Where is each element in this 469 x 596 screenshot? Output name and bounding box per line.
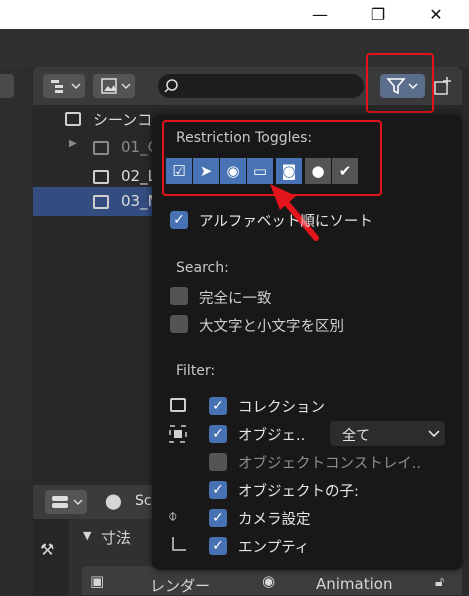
collection-icon	[93, 170, 109, 184]
new-collection-button[interactable]	[432, 76, 454, 96]
chevron-down-icon	[428, 430, 440, 438]
filter-collections-label: コレクション	[238, 400, 325, 416]
lock-icon[interactable]: 🔓︎	[435, 574, 444, 590]
filter-objects-checkbox[interactable]: ✓	[209, 425, 227, 443]
collection-icon	[93, 195, 109, 209]
maximize-button[interactable]: ❐	[355, 0, 401, 29]
filter-constraints-label: オブジェクトコンストレイ..	[238, 456, 421, 472]
filter-view-button[interactable]	[93, 74, 135, 98]
render-icon: ▣	[90, 572, 105, 590]
check-icon: ✓	[173, 212, 185, 228]
filter-cameras-label: カメラ設定	[238, 512, 311, 528]
new-collection-icon	[434, 77, 451, 95]
exact-match-checkbox[interactable]	[170, 287, 188, 305]
filter-objects-label: オブジェ..	[238, 428, 306, 444]
search-icon	[164, 79, 178, 93]
viewport-dropdown[interactable]	[0, 74, 14, 98]
row-label: シーンコ	[93, 111, 153, 129]
filter-highlight-box	[366, 53, 434, 113]
collapse-arrow-icon[interactable]: ▼	[83, 529, 91, 542]
scene-collection-icon	[65, 112, 81, 126]
minimize-button[interactable]: —	[297, 0, 343, 29]
outliner-tree-icon	[51, 80, 81, 93]
properties-icon	[52, 496, 83, 508]
object-type-dropdown[interactable]: 全て	[330, 421, 445, 446]
expand-arrow-icon[interactable]: ▶	[69, 138, 77, 149]
tool-icon[interactable]: ⚒	[40, 540, 54, 559]
film-icon: ◉	[262, 572, 276, 590]
search-title: Search:	[176, 260, 229, 276]
filter-constraints-checkbox[interactable]	[209, 453, 227, 471]
close-button[interactable]: ✕	[413, 0, 459, 29]
collection-icon	[170, 398, 186, 412]
filter-empties-label: エンプティ	[238, 540, 310, 556]
row-label: 02_L	[121, 167, 156, 185]
filter-title: Filter:	[176, 363, 216, 379]
image-icon	[101, 78, 131, 94]
alpha-sort-label: アルファベット順にソート	[199, 214, 373, 230]
alpha-sort-checkbox[interactable]: ✓	[170, 211, 188, 229]
filter-cameras-checkbox[interactable]: ✓	[209, 509, 227, 527]
check-icon: ✓	[212, 398, 224, 414]
case-sensitive-checkbox[interactable]	[170, 315, 188, 333]
viewport-left-strip	[0, 67, 30, 482]
editor-type-button[interactable]	[45, 490, 87, 514]
dimensions-section[interactable]: 寸法	[101, 527, 131, 548]
camera-data-icon: ⌽	[168, 506, 178, 525]
case-sensitive-label: 大文字と小文字を区別	[199, 319, 344, 335]
dropdown-value: 全て	[342, 428, 370, 444]
check-icon: ✓	[212, 482, 224, 498]
filter-collections-checkbox[interactable]: ✓	[209, 397, 227, 415]
animation-label[interactable]: Animation	[316, 575, 392, 593]
scene-icon: ⬤	[105, 492, 122, 510]
render-label[interactable]: レンダー	[150, 575, 210, 596]
filter-empties-checkbox[interactable]: ✓	[209, 537, 227, 555]
exact-match-label: 完全に一致	[199, 291, 272, 307]
check-icon: ✓	[212, 426, 224, 442]
object-icon	[169, 425, 187, 443]
outliner-search-input[interactable]	[158, 74, 364, 98]
display-mode-button[interactable]	[43, 74, 85, 98]
filter-children-label: オブジェクトの子:	[238, 484, 359, 500]
filter-children-checkbox[interactable]: ✓	[209, 481, 227, 499]
check-icon: ✓	[212, 538, 224, 554]
collection-icon	[93, 141, 109, 155]
empty-icon	[172, 537, 186, 551]
check-icon: ✓	[212, 510, 224, 526]
